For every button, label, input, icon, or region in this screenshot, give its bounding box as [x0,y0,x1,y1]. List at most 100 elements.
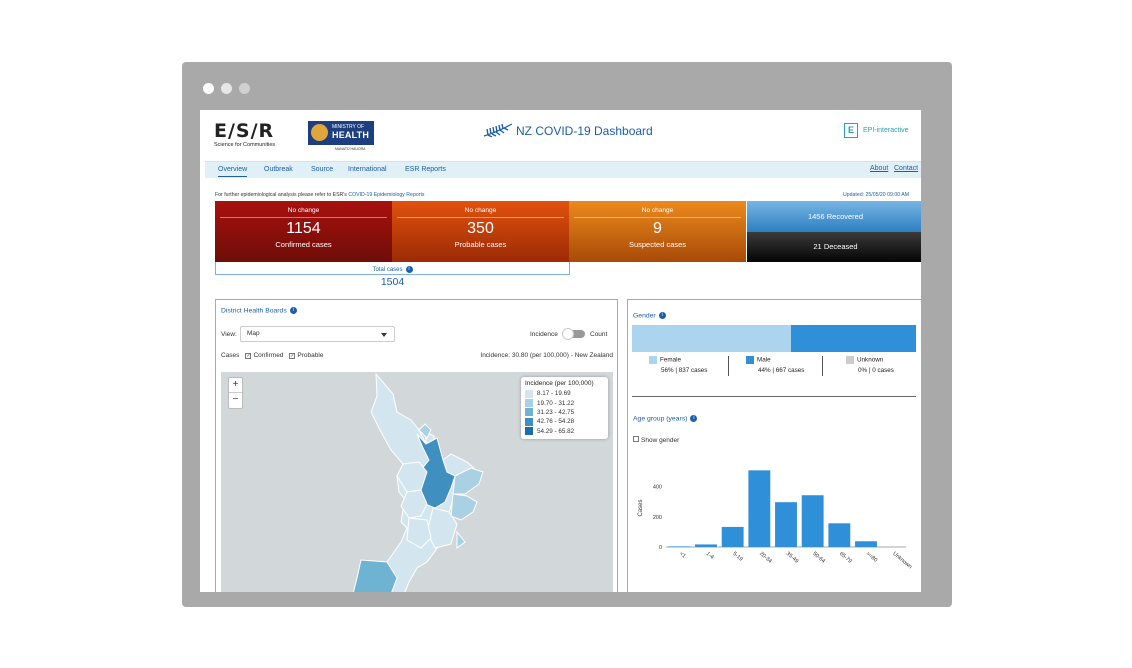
probable-cases-value: 350 [467,220,494,237]
legend-unknown: Unknown 0% | 0 cases [846,356,894,374]
age-group-chart[interactable]: Cases 0 200 400 <1 1-4 5-19 20-34 35-49 50-64 65-7… [632,460,917,580]
x-tick-label: 35-49 [785,551,800,565]
info-icon[interactable]: i [289,307,297,314]
window-maximize-dot[interactable] [239,83,250,94]
divider [220,217,387,218]
age-group-title: Age group (years) i [633,415,698,423]
toggle-knob[interactable] [562,328,574,340]
esr-logo[interactable]: E/S/R Science for Communities [214,121,275,148]
gender-title-text: Gender [633,312,656,320]
check-icon: ✓ [289,353,296,359]
tab-overview[interactable]: Overview [218,166,248,177]
esr-tagline: Science for Communities [214,142,276,148]
moh-big-text: HEALTH [332,130,370,140]
probable-cases-tile: No change 350 Probable cases [392,201,569,262]
epi-interactive-logo[interactable]: E EPI-interactive [844,123,909,138]
show-gender-checkbox[interactable]: Show gender [633,436,679,444]
y-tick-label: 200 [653,515,662,521]
bar-<1[interactable] [668,546,691,547]
x-tick-label: >=80 [865,551,878,564]
unknown-stat: 0% | 0 cases [858,367,894,374]
gender-bar-female[interactable] [632,325,792,352]
chevron-down-icon [381,333,387,337]
info-icon[interactable]: i [690,415,698,422]
tab-outbreak[interactable]: Outbreak [264,166,293,173]
y-axis-label: Cases [638,499,644,516]
age-group-title-text: Age group (years) [633,415,688,423]
dhb-title-text: District Health Boards [221,307,287,315]
gender-title: Gender i [633,312,666,319]
confirmed-cases-tile: No change 1154 Confirmed cases [215,201,392,262]
legend-swatch [525,427,533,436]
gender-bar-male[interactable] [791,325,916,352]
x-tick-label: 5-19 [731,551,743,563]
suspected-cases-tile: No change 9 Suspected cases [569,201,746,262]
legend-item: 8.17 - 19.69 [525,389,604,398]
tab-esr-reports[interactable]: ESR Reports [405,166,446,173]
probable-cases-label: Probable cases [454,240,507,249]
y-tick-label: 0 [659,545,662,551]
legend-label: 8.17 - 19.69 [537,390,571,398]
analysis-note: For further epidemiological analysis ple… [215,192,424,198]
zoom-in-button[interactable]: + [229,378,242,393]
updated-timestamp: Updated: 25/05/20 09:00 AM [843,192,910,198]
legend-title: Incidence (per 100,000) [525,380,594,387]
page-title: NZ COVID-19 Dashboard [483,123,653,139]
dhb-map[interactable]: + − Incidence (per 100,000) 8.17 - 19.69… [221,372,613,592]
ministry-of-health-logo[interactable]: MINISTRY OF HEALTH MANATŪ HAUORA [308,121,374,151]
count-toggle-label[interactable]: Count [590,331,607,338]
unknown-swatch [846,356,854,364]
window-minimize-dot[interactable] [221,83,232,94]
bar-20-34[interactable] [748,470,771,547]
demographics-panel: Gender i Female 56% | 837 cases Male 44% … [627,299,921,592]
bar-5-19[interactable] [721,526,744,547]
confirmed-checkbox[interactable]: ✓ Confirmed [245,352,283,359]
bar-65-79[interactable] [828,523,851,547]
bar-50-64[interactable] [801,495,824,547]
info-icon[interactable]: i [658,312,666,319]
bar-35-49[interactable] [775,502,797,547]
zoom-control: + − [228,377,243,409]
view-label: View: [221,331,237,338]
legend-swatch [525,417,533,426]
divider [574,217,741,218]
bar->=80[interactable] [855,541,877,547]
epi-reports-link[interactable]: COVID-19 Epidemiology Reports [348,192,424,198]
zoom-out-button[interactable]: − [229,393,242,408]
female-label: Female [660,356,681,364]
epi-logo-mark: E [844,123,858,138]
confirmed-cases-value: 1154 [286,220,321,237]
about-link[interactable]: About [870,165,888,172]
x-tick-label: Unknown [891,551,912,570]
browser-window: E/S/R Science for Communities MINISTRY O… [182,62,952,607]
tab-source[interactable]: Source [311,166,333,173]
total-cases-value: 1504 [380,276,405,288]
legend-swatch [525,408,533,417]
change-indicator: No change [641,207,674,214]
info-icon[interactable]: i [405,266,413,273]
unknown-label: Unknown [857,356,884,364]
window-close-dot[interactable] [203,83,214,94]
legend-label: 31.23 - 42.75 [537,408,575,416]
dashboard-title: NZ COVID-19 Dashboard [516,124,653,138]
incidence-count-toggle[interactable] [562,328,585,340]
incidence-toggle-label[interactable]: Incidence [530,331,558,338]
change-indicator: No change [464,207,497,214]
gender-bar[interactable] [632,325,916,352]
female-swatch [649,356,657,364]
view-select[interactable]: Map [240,326,395,342]
legend-swatch [525,389,533,398]
contact-link[interactable]: Contact [894,165,918,172]
analysis-note-text: For further epidemiological analysis ple… [215,192,347,198]
y-tick-label: 400 [653,485,662,491]
tab-international[interactable]: International [348,166,387,173]
checkbox-box [633,436,639,442]
check-icon: ✓ [245,353,252,359]
fern-icon [483,123,513,139]
probable-checkbox[interactable]: ✓ Probable [289,352,323,359]
legend-item: 54.29 - 65.82 [525,427,604,436]
male-swatch [746,356,754,364]
bar-1-4[interactable] [695,544,717,547]
incidence-summary: Incidence: 30.80 (per 100,000) - New Zea… [480,352,613,359]
x-tick-label: <1 [678,551,687,560]
